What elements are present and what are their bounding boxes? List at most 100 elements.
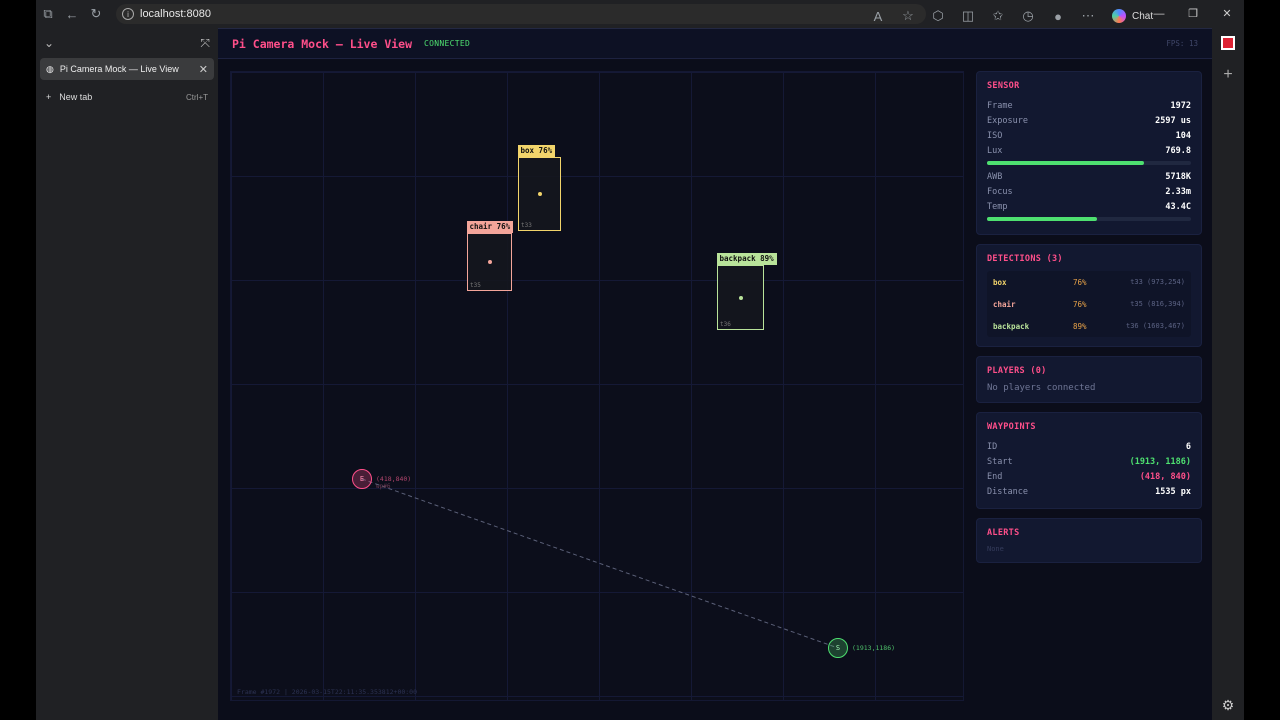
detection-box-backpack[interactable]: backpack 89% t36 (716, 253, 777, 330)
detection-box-chair[interactable]: chair 76% t35 (466, 221, 514, 291)
detection-label: chair 76% (466, 221, 514, 233)
refresh-icon[interactable]: ↻ (84, 2, 108, 26)
sensor-value: 769.8 (1165, 145, 1191, 156)
temp-level-bar (987, 217, 1191, 221)
waypoint-route-line (361, 478, 839, 649)
end-symbol: E (359, 475, 365, 483)
back-icon[interactable]: ← (60, 2, 84, 26)
alerts-empty-text: None (987, 545, 1004, 553)
sensor-row: ISO 104 (987, 128, 1191, 143)
sensor-key: Focus (987, 186, 1013, 197)
sensor-row: Focus 2.33m (987, 184, 1191, 199)
waypoint-key: Start (987, 456, 1013, 467)
waypoint-value: 6 (1185, 441, 1191, 452)
detection-meta: t36 (1603,467) (1125, 322, 1185, 330)
detection-list-item[interactable]: box 76% t33 (973,254) (987, 271, 1191, 293)
waypoint-value: 1535 px (1155, 486, 1191, 497)
settings-gear-icon[interactable]: ⚙ (1212, 697, 1244, 714)
restore-icon[interactable]: ❐ (1176, 0, 1210, 28)
waypoint-start-coord: (1913,1186) (852, 644, 896, 652)
profile-avatar-icon[interactable]: ● (1046, 4, 1070, 28)
url-text[interactable]: localhost:8080 (140, 8, 211, 20)
waypoint-value: (1913, 1186) (1129, 456, 1191, 467)
players-panel: PLAYERS (0) No players connected (976, 356, 1202, 403)
copilot-icon (1112, 9, 1126, 23)
history-icon[interactable]: ◷ (1016, 4, 1040, 28)
extensions-icon[interactable]: ⬡ (926, 4, 950, 28)
lux-level-bar (987, 161, 1191, 165)
page-title: Pi Camera Mock — Live View (232, 36, 413, 51)
add-sidebar-app-icon[interactable]: + (1212, 66, 1244, 84)
detection-center-dot (537, 192, 542, 196)
sensor-value: 104 (1175, 130, 1191, 141)
collapse-tabs-icon[interactable]: ⌄ (44, 36, 54, 50)
favorite-star-icon[interactable]: ☆ (896, 4, 920, 28)
sensor-key: Exposure (987, 115, 1028, 126)
detection-list-item[interactable]: chair 76% t35 (816,394) (987, 293, 1191, 315)
tab-pi-camera[interactable]: ◍ Pi Camera Mock — Live View ✕ (40, 58, 214, 80)
read-aloud-icon[interactable]: A (866, 4, 890, 28)
close-window-icon[interactable]: ✕ (1210, 0, 1244, 28)
app-header: Pi Camera Mock — Live View CONNECTED FPS… (218, 29, 1212, 59)
favorites-icon[interactable]: ✩ (986, 4, 1010, 28)
sensor-title: SENSOR (987, 81, 1020, 91)
waypoint-key: End (987, 471, 1003, 482)
detections-panel: DETECTIONS (3) box 76% t33 (973,254) chair… (976, 244, 1202, 347)
split-screen-icon[interactable]: ◫ (956, 4, 980, 28)
sensor-row: Exposure 2597 us (987, 113, 1191, 128)
new-tab-button[interactable]: + New tab Ctrl+T (40, 86, 214, 108)
alerts-panel: ALERTS None (976, 518, 1202, 563)
sensor-key: Temp (987, 201, 1008, 212)
sensor-value: 43.4C (1165, 201, 1191, 212)
pin-sidebar-icon[interactable]: ⤧ (200, 36, 210, 51)
waypoint-end-id: wp#6 (376, 483, 391, 490)
tab-title: Pi Camera Mock — Live View (59, 64, 179, 74)
track-id: t36 (720, 321, 731, 328)
globe-icon: ◍ (46, 63, 54, 74)
waypoint-row: End (418, 840) (987, 469, 1191, 484)
connection-status-badge: CONNECTED (424, 39, 471, 48)
waypoint-key: Distance (987, 486, 1028, 497)
close-tab-icon[interactable]: ✕ (199, 63, 208, 76)
detection-confidence: 89% (1073, 321, 1087, 331)
workspaces-icon[interactable]: ⧉ (36, 2, 60, 26)
detection-meta: t35 (816,394) (1130, 300, 1185, 308)
detection-confidence: 76% (1073, 277, 1087, 287)
minimize-icon[interactable]: — (1142, 0, 1176, 28)
detection-label: backpack 89% (716, 253, 777, 265)
fps-counter: FPS: 13 (1166, 39, 1198, 48)
address-bar[interactable]: i localhost:8080 (116, 4, 926, 24)
site-info-icon[interactable]: i (122, 8, 134, 20)
sensor-key: Lux (987, 145, 1003, 156)
sensor-key: ISO (987, 130, 1003, 141)
lux-level-fill (987, 161, 1145, 165)
vertical-tabs-sidebar: ⌄ ⤧ ◍ Pi Camera Mock — Live View ✕ + New… (36, 28, 218, 720)
sensor-row: Frame 1972 (987, 98, 1191, 113)
camera-view-canvas[interactable]: box 76% t33 chair 76% t35 backpack 89% t… (230, 71, 964, 701)
more-menu-icon[interactable]: ⋯ (1076, 4, 1100, 28)
detection-name: backpack (993, 321, 1030, 331)
sensor-row: AWB 5718K (987, 169, 1191, 184)
track-id: t35 (470, 282, 481, 289)
sensor-value: 2597 us (1155, 115, 1191, 126)
sensor-value: 2.33m (1165, 186, 1191, 197)
temp-level-fill (987, 217, 1098, 221)
waypoint-end-marker[interactable]: E (352, 469, 372, 489)
sensor-key: Frame (987, 100, 1013, 111)
alerts-title: ALERTS (987, 528, 1020, 538)
waypoint-start-marker[interactable]: S (828, 638, 848, 658)
detection-box-box[interactable]: box 76% t33 (517, 145, 561, 231)
detections-list: box 76% t33 (973,254) chair 76% t35 (816,394… (987, 271, 1191, 337)
waypoints-panel: WAYPOINTS ID 6 Start (1913, 1186) End (418,… (976, 412, 1202, 509)
new-tab-label: New tab (59, 92, 93, 102)
waypoint-value: (418, 840) (1139, 471, 1191, 482)
detection-list-item[interactable]: backpack 89% t36 (1603,467) (987, 315, 1191, 337)
players-empty-text: No players connected (987, 383, 1096, 393)
detection-center-dot (738, 295, 743, 300)
office-icon[interactable] (1221, 36, 1235, 50)
waypoints-title: WAYPOINTS (987, 422, 1036, 432)
detections-title: DETECTIONS (3) (987, 254, 1063, 264)
sensor-row: Temp 43.4C (987, 199, 1191, 214)
track-id: t33 (521, 222, 532, 229)
sensor-row: Lux 769.8 (987, 143, 1191, 158)
